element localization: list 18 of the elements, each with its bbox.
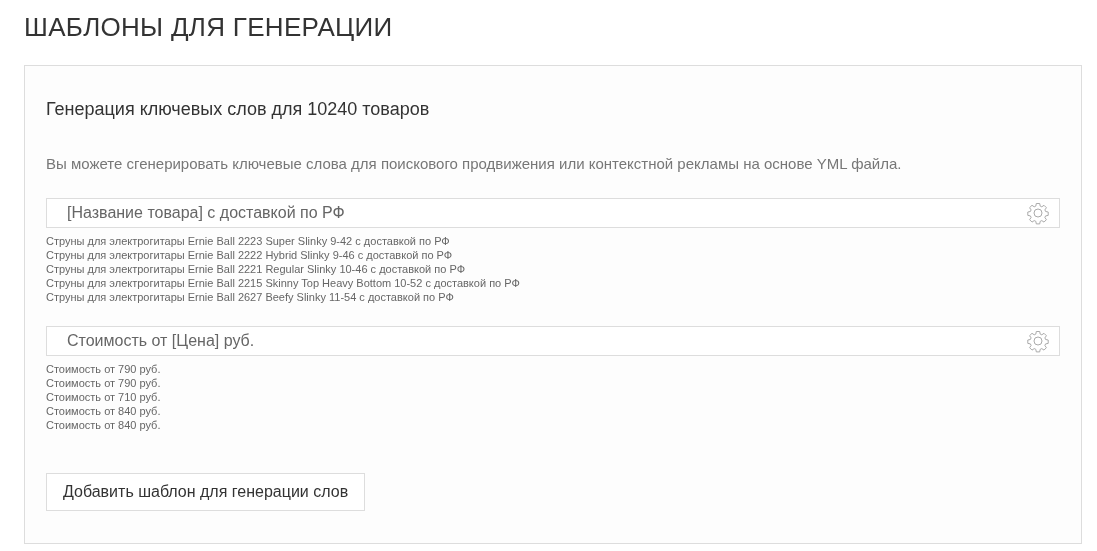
example-line: Струны для электрогитары Ernie Ball 2627 Beefy Slinky 11-54 с доставкой по РФ (46, 289, 455, 304)
page-title: ШАБЛОНЫ ДЛЯ ГЕНЕРАЦИИ (24, 12, 394, 42)
template-field[interactable]: [Название товара] с доставкой по РФ (46, 197, 1060, 228)
settings-icon[interactable] (1026, 328, 1050, 353)
example-line: Стоимость от 840 руб. (46, 417, 162, 432)
panel-heading: Генерация ключевых слов для 10240 товаров (46, 98, 431, 121)
template-field[interactable]: Стоимость от [Цена] руб. (46, 325, 1060, 356)
example-line: Стоимость от 790 руб. (46, 375, 162, 390)
example-line: Стоимость от 840 руб. (46, 403, 162, 418)
example-line: Струны для электрогитары Ernie Ball 2215 Skinny Top Heavy Bottom 10-52 с доставкой по РФ (46, 275, 521, 290)
add-template-button[interactable]: Добавить шаблон для генерации слов (46, 472, 366, 511)
example-line: Стоимость от 790 руб. (46, 361, 162, 376)
example-line: Струны для электрогитары Ernie Ball 2221 Regular Slinky 10-46 с доставкой по РФ (46, 261, 466, 276)
settings-icon[interactable] (1026, 200, 1050, 225)
example-line: Стоимость от 710 руб. (46, 389, 162, 404)
example-line: Струны для электрогитары Ernie Ball 2222 Hybrid Slinky 9-46 с доставкой по РФ (46, 247, 454, 262)
description: Вы можете сгенерировать ключевые слова для поискового продвижения или контекстной рекламы на основе YML файла. (46, 154, 903, 174)
example-line: Струны для электрогитары Ernie Ball 2223 Super Slinky 9-42 с доставкой по РФ (46, 233, 451, 248)
